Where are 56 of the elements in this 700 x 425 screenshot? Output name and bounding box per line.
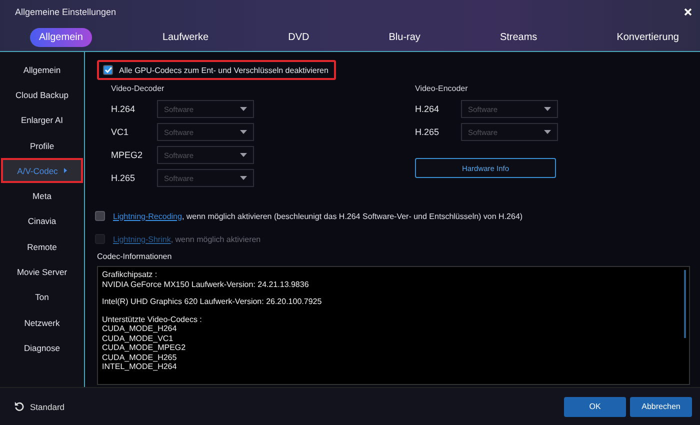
- sidebar-item[interactable]: Meta: [1, 183, 83, 209]
- info-line: Intel(R) UHD Graphics 620 Laufwerk-Version: 26.20.100.7925: [102, 297, 323, 306]
- window-title: Allgemeine Einstellungen: [15, 7, 116, 17]
- section-title: Video-Encoder: [415, 84, 469, 93]
- tab[interactable]: Streams: [490, 28, 546, 47]
- scrollbar: [684, 270, 686, 338]
- sidebar-item[interactable]: Allgemein: [1, 57, 83, 82]
- info-line: INTEL_MODE_H264: [102, 362, 178, 372]
- checkbox[interactable]: [103, 65, 113, 75]
- checkbox[interactable]: [95, 211, 105, 221]
- option-text: Lightning-Shrink, wenn möglich aktivieren: [113, 234, 261, 244]
- info-line: CUDA_MODE_H265: [102, 352, 178, 362]
- codec-label: H.265: [415, 127, 440, 137]
- info-line: CUDA_MODE_MPEG2: [102, 343, 187, 352]
- tab[interactable]: Allgemein: [30, 28, 92, 47]
- tab[interactable]: Blu-ray: [380, 28, 430, 47]
- sidebar-item[interactable]: Cinavia: [1, 208, 83, 234]
- info-line: CUDA_MODE_H264: [102, 324, 178, 334]
- codec-label: VC1: [111, 127, 130, 137]
- sidebar-item[interactable]: Remote: [1, 234, 83, 260]
- info-line: NVIDIA GeForce MX150 Laufwerk-Version: 24.21.13.9836: [102, 280, 310, 289]
- cancel-button[interactable]: Abbrechen: [630, 396, 692, 416]
- info-line: Unterstützte Video-Codecs :: [102, 314, 203, 324]
- sidebar-item[interactable]: A/V-Codec: [1, 158, 83, 184]
- sidebar-item[interactable]: Netzwerk: [1, 310, 83, 336]
- sidebar-item[interactable]: Enlarger AI: [1, 108, 83, 133]
- caret-down-icon: [240, 107, 247, 111]
- option-label: Alle GPU-Codecs zum Ent- und Verschlüsseln deaktivieren: [119, 66, 328, 74]
- reset-icon: [14, 401, 25, 412]
- sidebar-item[interactable]: Ton: [1, 284, 83, 310]
- close-icon[interactable]: [684, 8, 692, 16]
- tab[interactable]: Laufwerke: [153, 28, 218, 47]
- option-text: Lightning-Recoding, wenn möglich aktivieren (beschleunigt das H.264 Software-Ver- und Entschlüsseln) von H.264): [113, 212, 523, 220]
- reset-button[interactable]: Standard: [8, 400, 70, 413]
- section-title: Codec-Informationen: [97, 252, 173, 261]
- sidebar-item[interactable]: Cloud Backup: [1, 82, 83, 108]
- sidebar-item[interactable]: Diagnose: [1, 335, 83, 361]
- caret-down-icon: [544, 130, 551, 134]
- section-title: Video-Decoder: [111, 84, 166, 93]
- sidebar-item[interactable]: Movie Server: [1, 259, 83, 285]
- sidebar-item[interactable]: Profile: [1, 132, 83, 158]
- caret-down-icon: [544, 107, 551, 111]
- caret-right-icon: [64, 168, 67, 174]
- option-link[interactable]: Lightning-Recoding: [113, 212, 182, 220]
- info-line: CUDA_MODE_VC1: [102, 334, 174, 343]
- codec-label: H.264: [111, 104, 136, 114]
- tab[interactable]: DVD: [279, 28, 318, 47]
- codec-label: H.264: [415, 104, 440, 114]
- codec-label: H.265: [111, 173, 136, 183]
- info-line: Grafikchipsatz :: [102, 270, 158, 280]
- caret-down-icon: [240, 130, 247, 134]
- codec-label: MPEG2: [111, 150, 144, 160]
- tab[interactable]: Konvertierung: [608, 28, 688, 47]
- caret-down-icon: [240, 153, 247, 157]
- caret-down-icon: [240, 176, 247, 180]
- ok-button[interactable]: OK: [564, 396, 626, 416]
